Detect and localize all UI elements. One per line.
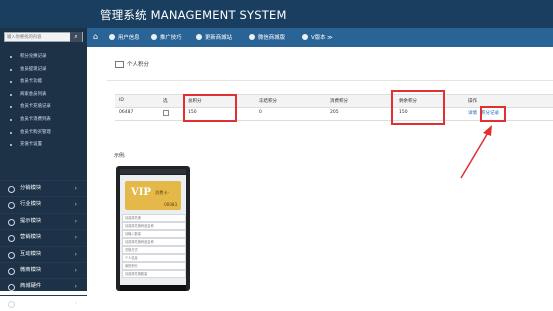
sidebar-item-tips[interactable]: 提示模块 › [0,212,87,229]
sidebar-item-hardware[interactable]: 商城硬件 › [0,278,87,294]
module-icon [8,267,15,275]
chevron-right-icon: › [74,250,77,258]
sidebar-menu: 分销模块 › 行业模块 › 提示模块 › 营销模块 › 互动模块 › 微商模块 › 商城硬件… [0,180,87,311]
phone-nav-bar [120,285,186,291]
phone-field: 请选择兑换商品名称 [122,222,186,230]
app-title: 管理系统 MANAGEMENT SYSTEM [100,8,287,22]
module-icon [8,300,15,308]
chevron-right-icon: › [74,299,77,307]
module-icon [8,284,15,292]
chevron-right-icon: › [74,185,77,192]
sidebar-subitem[interactable]: 商家会员列表 [0,89,87,102]
home-icon[interactable]: ⌂ [93,32,98,41]
chevron-right-icon: › [74,217,77,225]
vip-card: VIP 消费卡· 00083 [125,181,181,210]
nav-update[interactable]: 更新商城站 [196,33,232,41]
sidebar-subitem[interactable]: 积分兑换记录 [0,51,87,64]
chevron-right-icon: › [74,283,77,291]
promote-icon [151,34,157,40]
module-icon [8,251,15,259]
module-icon [8,186,15,193]
phone-field: 请选择兑换数量 [122,270,186,278]
sidebar-item-industry[interactable]: 行业模块 › [0,196,87,212]
sidebar-item-interactive[interactable]: 互动模块 › [0,245,87,262]
nav-version[interactable]: V版本 ≫ [302,33,333,41]
main-content: 个人积分 ID 选 总积分 冻结积分 消费积分 剩余积分 操作 06487 15… [87,47,553,291]
top-header: 管理系统 MANAGEMENT SYSTEM [0,0,553,28]
chevron-right-icon: › [74,234,77,242]
sidebar-item-marketing[interactable]: 营销模块 › [0,229,87,245]
search-input[interactable] [7,33,67,41]
eye-icon [249,34,255,40]
module-icon [8,235,15,243]
chevron-right-icon: › [74,266,77,274]
sidebar-subitem[interactable]: 会员提现记录 [0,64,87,77]
phone-screen: VIP 消费卡· 00083 请选择兑换 请选择兑换商品名称 请输入数量 请选择… [120,175,186,291]
sidebar-subitem[interactable]: 会员卡充值记录 [0,101,87,114]
phone-field: 我的积分 [122,262,186,270]
phone-screenshot: VIP 消费卡· 00083 请选择兑换 请选择兑换商品名称 请输入数量 请选择… [116,166,190,291]
chevron-right-icon: › [74,201,77,209]
nav-user-info[interactable]: 用户信息 [109,33,140,41]
phone-field: 兑换方式 [122,246,186,254]
module-icon [8,218,15,226]
nav-wechat[interactable]: 微信商城版 [249,33,285,41]
sidebar-item-distribution[interactable]: 分销模块 › [0,180,87,196]
refresh-icon [196,34,202,40]
sidebar-subitem[interactable]: 会员卡消费列表 [0,114,87,127]
sidebar-subitem[interactable]: 充值卡设置 [0,139,87,152]
sidebar-subitem[interactable]: 会员卡购买管理 [0,127,87,140]
phone-field: 个人信息 [122,254,186,262]
user-icon [109,34,115,40]
phone-field: 请选择兑换商品名称 [122,238,186,246]
brand-area [0,0,87,28]
search-icon[interactable]: ⌕ [70,32,82,42]
sidebar-subitem[interactable]: 会员卡功能 [0,76,87,89]
top-nav: ⌂ 用户信息 推广技巧 更新商城站 微信商城版 V版本 ≫ [87,28,553,47]
sidebar-search: ⌕ [4,32,83,42]
sidebar-item-micro-shop[interactable]: 微商模块 › [0,261,87,278]
nav-promotion[interactable]: 推广技巧 [151,33,182,41]
sidebar-item-data-cube[interactable]: 数据魔方 › [0,294,87,311]
sidebar: ⌕ 积分兑换记录 会员提现记录 会员卡功能 商家会员列表 会员卡充值记录 会员卡… [0,28,87,308]
example-label: 示例: [114,153,126,159]
version-icon [302,34,308,40]
module-icon [8,202,15,210]
phone-field: 请选择兑换 [122,214,186,222]
phone-status-bar [120,169,186,174]
sidebar-submenu: 积分兑换记录 会员提现记录 会员卡功能 商家会员列表 会员卡充值记录 会员卡消费… [0,51,87,152]
phone-field: 请输入数量 [122,230,186,238]
